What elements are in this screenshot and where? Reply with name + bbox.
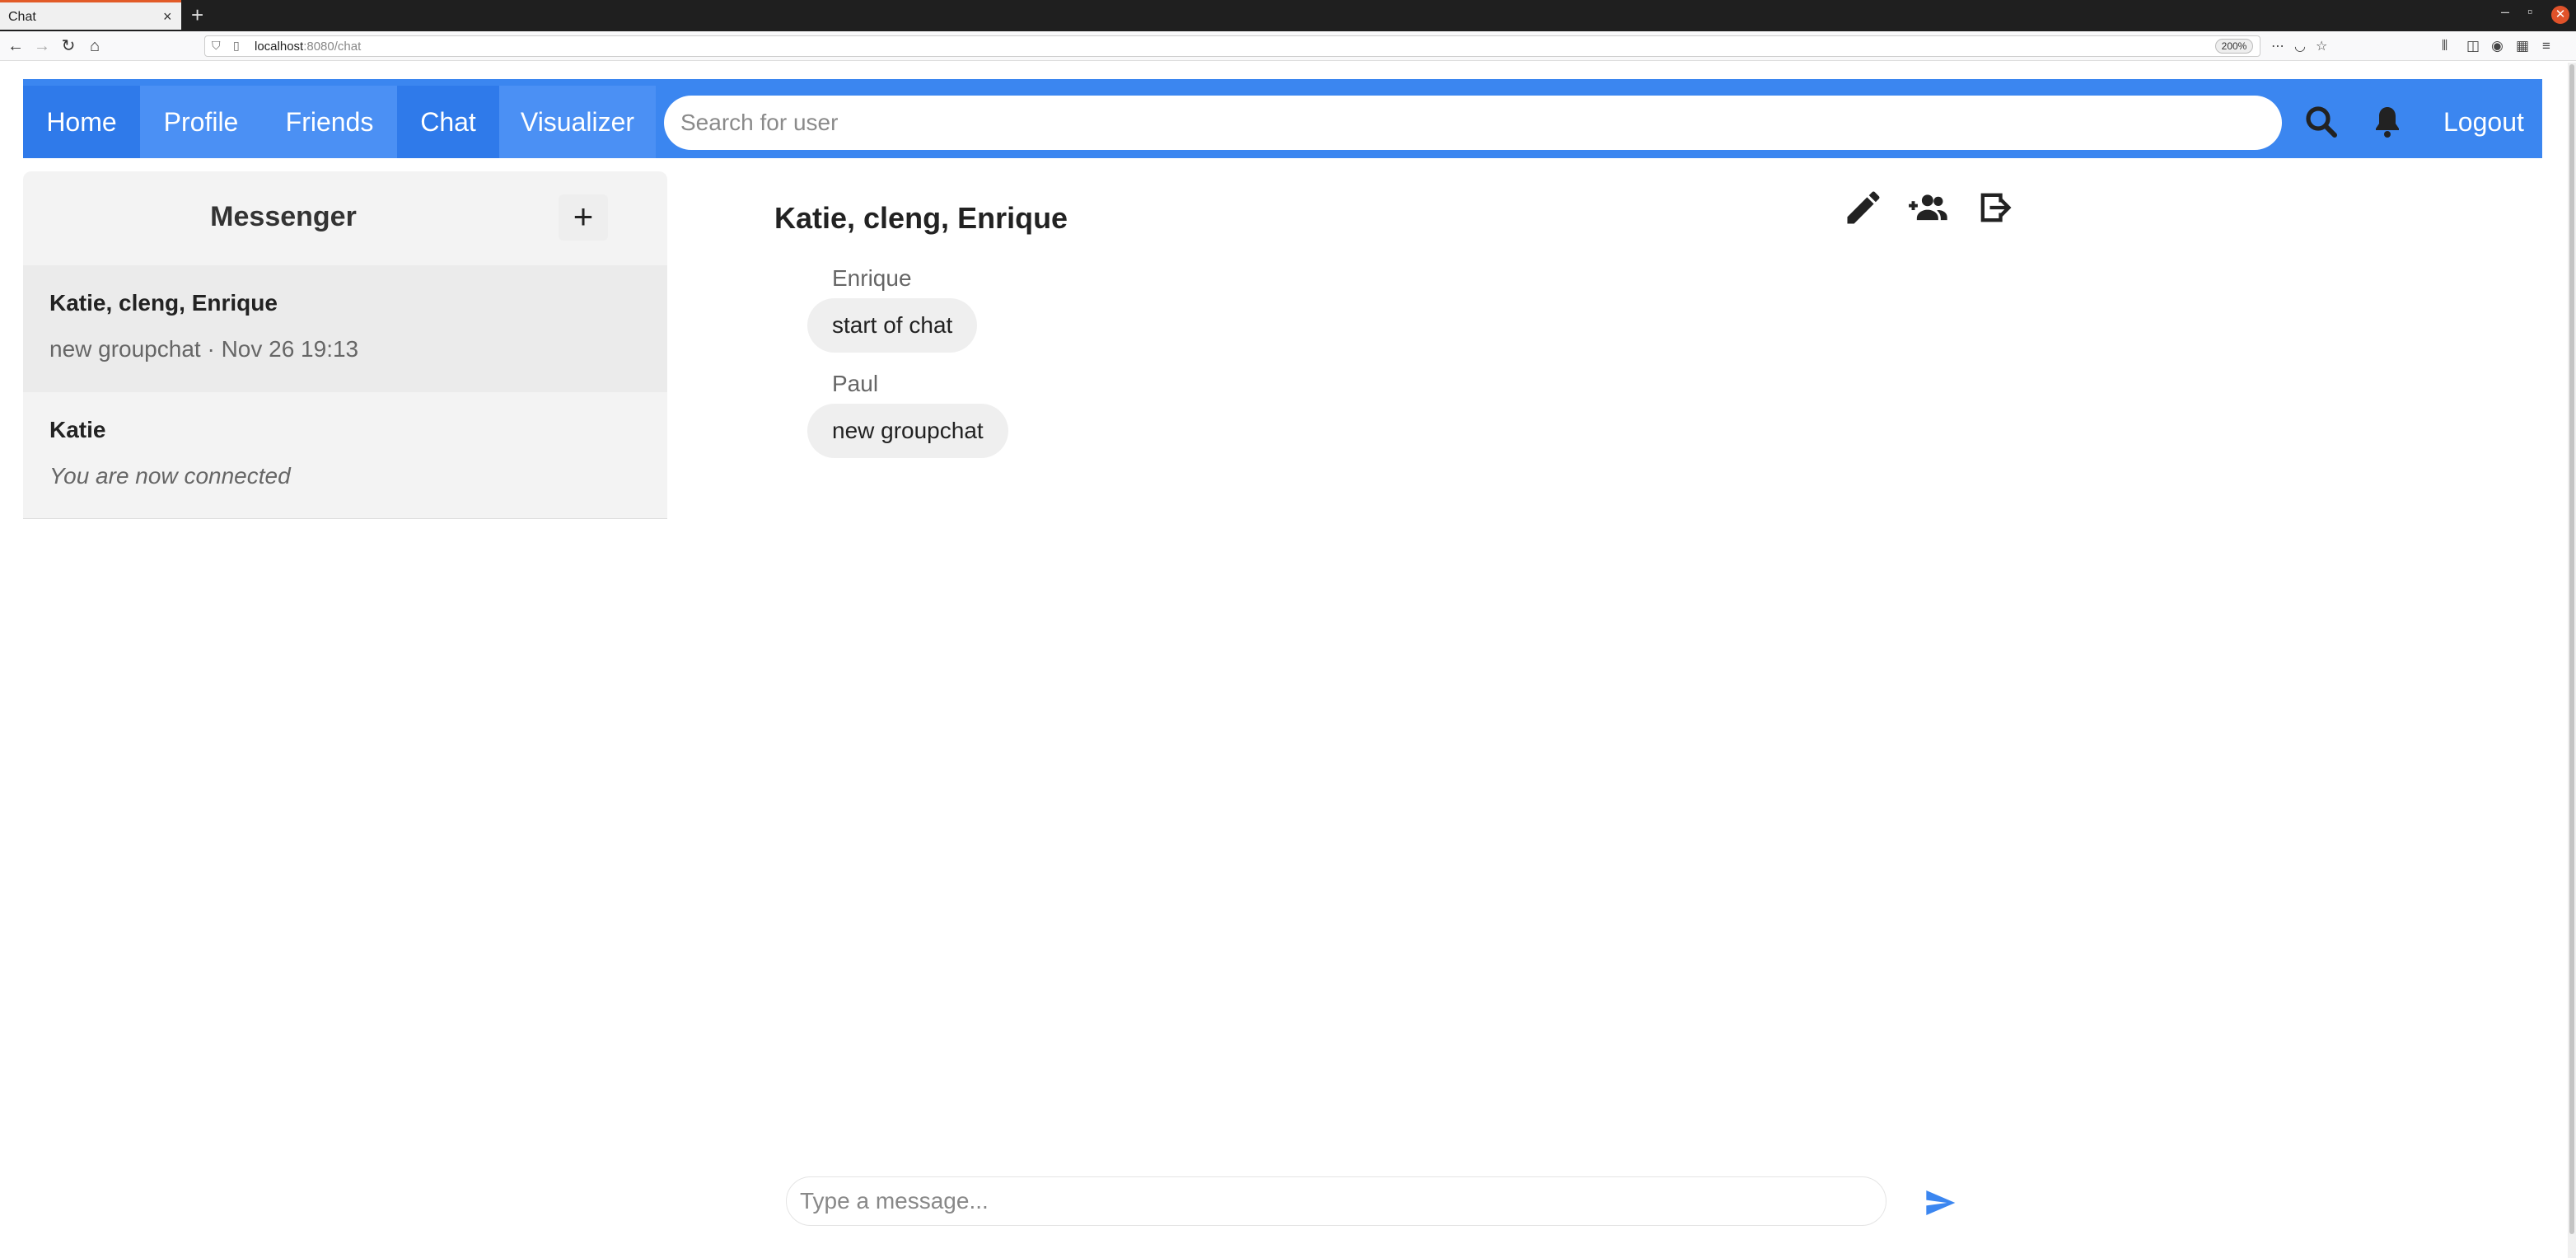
conversation-preview: You are now connected [49,463,291,489]
nav-chat[interactable]: Chat [397,86,499,158]
messenger-title: Messenger [210,201,357,232]
user-search-input[interactable] [664,96,2282,150]
nav-visualizer[interactable]: Visualizer [499,86,656,158]
leave-chat-icon[interactable] [1974,186,2017,229]
browser-tab-title: Chat [8,10,36,24]
zoom-badge[interactable]: 200% [2215,39,2253,54]
logout-link[interactable]: Logout [2443,86,2524,158]
browser-tab[interactable]: Chat × [0,0,181,30]
more-icon[interactable]: ⋯ [2271,38,2284,54]
page-info-icon[interactable]: ▯ [233,39,240,53]
chat-title: Katie, cleng, Enrique [774,201,1068,235]
minimize-icon[interactable]: – [2501,3,2509,21]
url-text: localhost:8080/chat [255,40,361,54]
url-path: :8080/chat [303,40,362,54]
conversation-name: Katie, cleng, Enrique [49,290,278,316]
conversation-preview: new groupchat · Nov 26 19:13 [49,336,359,362]
close-tab-icon[interactable]: × [163,8,172,26]
menu-icon[interactable]: ≡ [2542,38,2550,54]
library-icon[interactable]: ⫴ [2442,38,2447,54]
nav-friends[interactable]: Friends [262,86,397,158]
message-sender: Enrique [832,265,912,291]
add-people-icon[interactable] [1908,186,1951,229]
shield-icon[interactable]: ⛉ [212,39,221,53]
nav-home[interactable]: Home [23,86,140,158]
extensions-icon[interactable]: ▦ [2516,38,2529,54]
send-icon[interactable] [1923,1186,1957,1219]
url-host: localhost [255,40,304,54]
pocket-icon[interactable]: ◡ [2294,38,2306,54]
bell-icon[interactable] [2368,102,2407,142]
scrollbar-thumb[interactable] [2569,64,2574,1234]
messenger-panel: Messenger + Katie, cleng, Enrique new gr… [23,171,667,519]
new-chat-button[interactable]: + [559,194,608,241]
message-bubble: new groupchat [807,404,1008,458]
message-input[interactable] [786,1176,1886,1226]
edit-icon[interactable] [1842,186,1885,229]
app-navbar: Home Profile Friends Chat Visualizer Log… [23,79,2542,158]
url-bar[interactable]: ⛉ ▯ localhost:8080/chat 200% ⋯ ◡ ☆ [204,35,2327,57]
message-sender: Paul [832,371,879,396]
conversation-name: Katie [49,417,106,442]
sidebar-icon[interactable]: ◫ [2466,38,2480,54]
conversation-item[interactable]: Katie You are now connected [23,392,667,519]
message-bubble: start of chat [807,298,978,353]
browser-tab-bar: Chat × + – ▫ ✕ [0,0,2576,31]
nav-profile[interactable]: Profile [140,86,262,158]
conversation-item[interactable]: Katie, cleng, Enrique new groupchat · No… [23,265,667,392]
browser-toolbar: ← → ↻ ⌂ ⛉ ▯ localhost:8080/chat 200% ⋯ ◡… [0,31,2576,61]
window-close-icon[interactable]: ✕ [2551,6,2569,24]
home-icon[interactable]: ⌂ [84,35,105,57]
new-tab-icon[interactable]: + [191,2,203,28]
search-icon[interactable] [2302,102,2341,142]
bookmark-star-icon[interactable]: ☆ [2316,38,2327,54]
back-icon[interactable]: ← [5,35,26,57]
reload-icon[interactable]: ↻ [58,35,79,57]
maximize-icon[interactable]: ▫ [2527,3,2532,21]
account-icon[interactable]: ◉ [2491,38,2504,54]
forward-icon[interactable]: → [31,35,53,57]
